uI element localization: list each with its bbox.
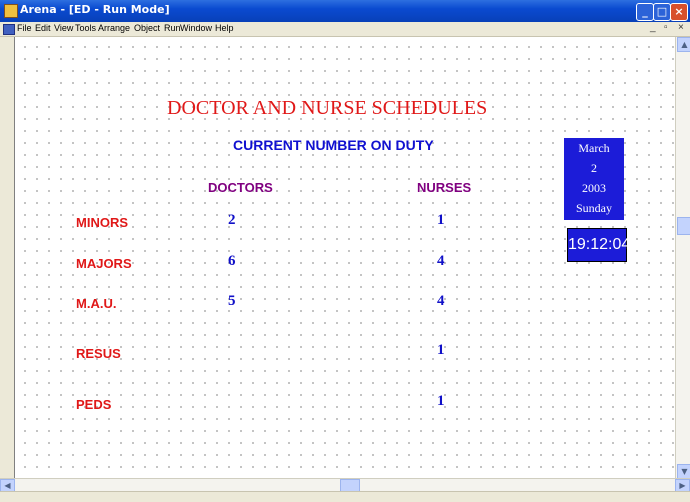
date-display: March 2 2003 Sunday bbox=[564, 138, 624, 220]
menu-help[interactable]: Help bbox=[215, 23, 234, 33]
menu-object[interactable]: Object bbox=[134, 23, 160, 33]
menu-window[interactable]: Window bbox=[180, 23, 212, 33]
page-title: DOCTOR AND NURSE SCHEDULES bbox=[167, 97, 488, 119]
scroll-down-icon[interactable]: ▼ bbox=[677, 464, 690, 479]
menu-edit[interactable]: Edit bbox=[35, 23, 51, 33]
window-title: Arena - [ED - Run Mode] bbox=[20, 3, 170, 16]
mdi-minimize-icon[interactable]: _ bbox=[650, 22, 656, 33]
menu-run[interactable]: Run bbox=[164, 23, 181, 33]
minimize-icon[interactable]: _ bbox=[636, 3, 654, 21]
status-bar bbox=[0, 491, 690, 502]
minors-nurses-count: 1 bbox=[437, 212, 445, 228]
row-label-peds: PEDS bbox=[76, 397, 112, 412]
vertical-scrollbar[interactable]: ▲ ▼ bbox=[675, 37, 690, 479]
menu-file[interactable]: File bbox=[17, 23, 32, 33]
row-label-minors: MINORS bbox=[76, 215, 128, 230]
menu-bar: File Edit View Tools Arrange Object Run … bbox=[0, 22, 690, 37]
left-margin bbox=[0, 37, 14, 478]
majors-nurses-count: 4 bbox=[437, 253, 445, 269]
title-bar: Arena - [ED - Run Mode] _ □ × bbox=[0, 0, 690, 22]
mau-doctors-count: 5 bbox=[228, 293, 236, 309]
menu-arrange[interactable]: Arrange bbox=[98, 23, 130, 33]
close-icon[interactable]: × bbox=[670, 3, 688, 21]
digital-clock: 19:12:04 bbox=[567, 228, 630, 262]
mau-nurses-count: 4 bbox=[437, 293, 445, 309]
subtitle: CURRENT NUMBER ON DUTY bbox=[233, 137, 434, 153]
row-label-resus: RESUS bbox=[76, 346, 121, 361]
menu-view[interactable]: View bbox=[54, 23, 73, 33]
doctors-header: DOCTORS bbox=[208, 180, 273, 195]
menu-tools[interactable]: Tools bbox=[75, 23, 96, 33]
date-year: 2003 bbox=[582, 181, 606, 195]
date-day: 2 bbox=[591, 161, 597, 175]
document-icon[interactable] bbox=[3, 24, 15, 35]
majors-doctors-count: 6 bbox=[228, 253, 236, 269]
mdi-close-icon[interactable]: × bbox=[678, 22, 684, 33]
nurses-header: NURSES bbox=[417, 180, 472, 195]
row-label-majors: MAJORS bbox=[76, 256, 132, 271]
vertical-scroll-thumb[interactable] bbox=[677, 217, 690, 235]
mdi-restore-icon[interactable]: ▫ bbox=[664, 22, 668, 33]
model-canvas[interactable]: DOCTOR AND NURSE SCHEDULES CURRENT NUMBE… bbox=[14, 37, 676, 478]
resus-nurses-count: 1 bbox=[437, 342, 445, 358]
date-month: March bbox=[578, 141, 610, 155]
row-label-mau: M.A.U. bbox=[76, 296, 117, 311]
peds-nurses-count: 1 bbox=[437, 393, 445, 409]
maximize-icon[interactable]: □ bbox=[653, 3, 671, 21]
horizontal-scrollbar[interactable]: ◀ ▶ bbox=[0, 478, 690, 493]
date-weekday: Sunday bbox=[576, 201, 612, 215]
arena-app-icon bbox=[4, 4, 18, 18]
minors-doctors-count: 2 bbox=[228, 212, 236, 228]
scroll-up-icon[interactable]: ▲ bbox=[677, 37, 690, 52]
